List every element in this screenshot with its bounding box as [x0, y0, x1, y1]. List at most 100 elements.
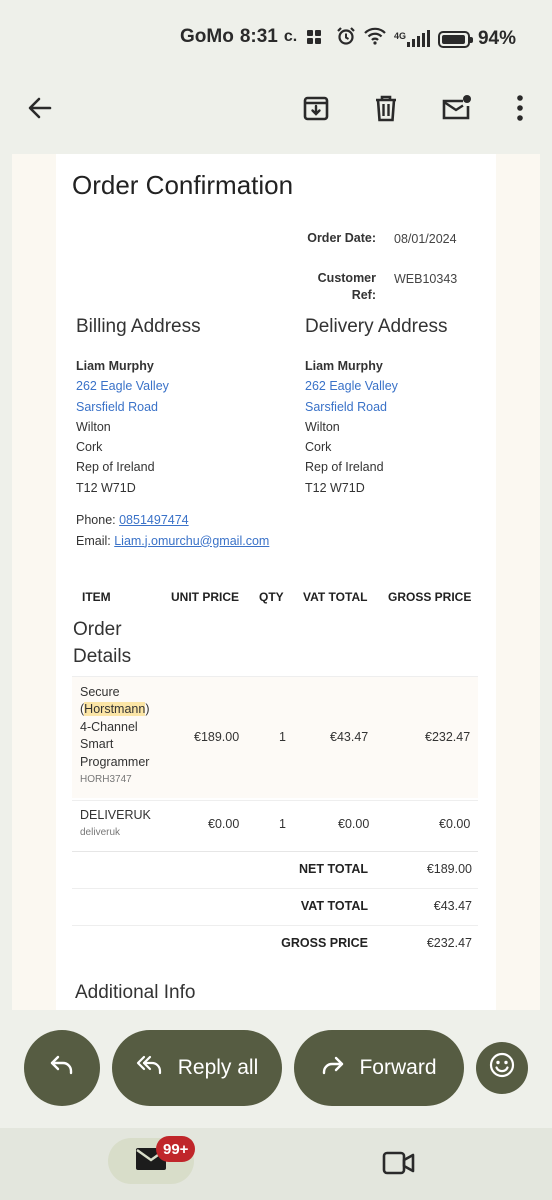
qty: 1 [279, 817, 286, 831]
bottom-nav [0, 1128, 552, 1200]
vat-total: €43.47 [330, 730, 369, 744]
order-date-label: Order Date: [307, 231, 376, 245]
col-header-vat-total: VAT TOTAL [303, 590, 368, 604]
video-icon[interactable] [382, 1150, 416, 1181]
qty: 1 [279, 730, 286, 744]
status-left: GoMo 8:31 c. [180, 26, 322, 48]
forward-button[interactable]: Forward [294, 1030, 464, 1106]
status-bar: GoMo 8:31 c. 4G 94% [0, 0, 552, 76]
emoji-reaction-button[interactable] [476, 1042, 528, 1094]
reply-actions: Reply all Forward [0, 1030, 552, 1110]
battery-icon [437, 30, 473, 48]
unit-price: €0.00 [208, 817, 240, 831]
unread-count-badge: 99+ [156, 1136, 196, 1162]
delivery-address-heading: Delivery Address [305, 316, 448, 337]
billing-line1[interactable]: 262 Eagle Valley [76, 376, 169, 396]
app-grid-icon [307, 30, 322, 44]
unit-price: €189.00 [194, 730, 240, 744]
emoji-icon [488, 1051, 516, 1085]
email-link[interactable]: Liam.j.omurchu@gmail.com [114, 534, 269, 548]
item-name-line: Secure [80, 685, 120, 699]
vat-total: €0.00 [338, 817, 370, 831]
wifi-icon [364, 27, 386, 51]
item-name-line: Smart [80, 737, 114, 752]
network-type: 4G [393, 31, 406, 41]
item-name: Secure (Horstmann) 4-Channel Smart Progr… [80, 684, 149, 788]
clock: 8:31 [239, 26, 278, 47]
scrollbar[interactable] [532, 444, 536, 1010]
reply-all-button[interactable]: Reply all [112, 1030, 282, 1106]
gross-price: €232.47 [425, 730, 471, 744]
col-header-item: ITEM [82, 590, 111, 604]
divider [72, 888, 478, 889]
delivery-line5: Rep of Ireland [305, 460, 384, 475]
customer-ref-label: Customer Ref: [317, 271, 376, 302]
item-name-line: DELIVERUK [80, 808, 151, 822]
item-name-line: (Horstmann) [80, 701, 149, 718]
billing-address-heading: Billing Address [76, 316, 201, 337]
order-document: Order Confirmation Order Date: 08/01/202… [56, 154, 496, 1010]
order-date-value: 08/01/2024 [394, 232, 457, 246]
email-label: Email: [76, 533, 111, 548]
more-vert-icon[interactable] [502, 90, 538, 126]
email-toolbar [0, 76, 552, 142]
billing-line3: Wilton [76, 419, 111, 434]
carrier-label: GoMo [180, 26, 234, 47]
col-header-unit-price: UNIT PRICE [171, 590, 240, 604]
reply-all-label: Reply all [177, 1056, 259, 1079]
billing-line5: Rep of Ireland [76, 460, 155, 475]
forward-icon [321, 1054, 345, 1082]
vat-total-value: €43.47 [433, 899, 472, 913]
delivery-address: Liam Murphy 262 Eagle Valley Sarsfield R… [305, 356, 398, 498]
order-details-heading: Order Details [73, 616, 131, 670]
contact-info: Phone: 0851497474 Email: Liam.j.omurchu@… [76, 510, 269, 551]
delivery-line4: Cork [305, 440, 332, 455]
col-header-qty: QTY [259, 590, 284, 604]
item-name-highlight: Horstmann [84, 702, 146, 717]
gross-price: €0.00 [439, 817, 471, 831]
item-name: DELIVERUK deliveruk [80, 807, 151, 842]
item-name-line: 4-Channel [80, 719, 138, 734]
archive-icon[interactable] [298, 90, 334, 126]
reply-all-icon [136, 1054, 164, 1082]
net-total-label: NET TOTAL [299, 862, 368, 876]
status-right: 4G 94% [336, 26, 516, 52]
reply-button[interactable] [24, 1030, 100, 1106]
carrier-mark: c. [283, 28, 298, 45]
reply-icon [49, 1054, 75, 1082]
phone-link[interactable]: 0851497474 [119, 513, 189, 527]
forward-label: Forward [359, 1056, 437, 1079]
item-sku: deliveruk [80, 827, 121, 839]
email-title: Order Confirmation [72, 170, 294, 200]
delivery-name: Liam Murphy [305, 359, 383, 373]
vat-total-label: VAT TOTAL [300, 899, 368, 913]
mark-unread-icon[interactable] [438, 90, 474, 126]
phone-label: Phone: [76, 513, 116, 527]
item-sku: HORH3747 [80, 774, 132, 786]
order-details-line2: Details [73, 646, 132, 667]
divider [72, 925, 478, 926]
net-total-value: €189.00 [426, 862, 472, 876]
gross-price-label: GROSS PRICE [281, 936, 368, 950]
additional-info-heading: Additional Info [75, 982, 196, 1003]
billing-line2[interactable]: Sarsfield Road [76, 397, 169, 417]
signal-icon [406, 30, 430, 47]
col-header-gross-price: GROSS PRICE [388, 590, 472, 604]
delivery-line6: T12 W71D [305, 480, 365, 495]
billing-address: Liam Murphy 262 Eagle Valley Sarsfield R… [76, 356, 169, 498]
order-details-line1: Order [73, 619, 122, 640]
back-arrow-icon[interactable] [22, 90, 58, 126]
delivery-line1[interactable]: 262 Eagle Valley [305, 376, 398, 396]
delivery-line2[interactable]: Sarsfield Road [305, 397, 398, 417]
billing-name: Liam Murphy [76, 359, 154, 373]
customer-ref-value: WEB10343 [394, 272, 458, 286]
battery-percent: 94% [477, 28, 516, 49]
email-body[interactable]: Order Confirmation Order Date: 08/01/202… [12, 154, 540, 1010]
gross-price-value: €232.47 [426, 936, 472, 950]
delivery-line3: Wilton [305, 419, 340, 434]
billing-line6: T12 W71D [76, 480, 136, 495]
delete-icon[interactable] [368, 90, 404, 126]
item-name-paren: ) [145, 702, 150, 717]
alarm-icon [336, 26, 356, 52]
billing-line4: Cork [76, 440, 103, 455]
